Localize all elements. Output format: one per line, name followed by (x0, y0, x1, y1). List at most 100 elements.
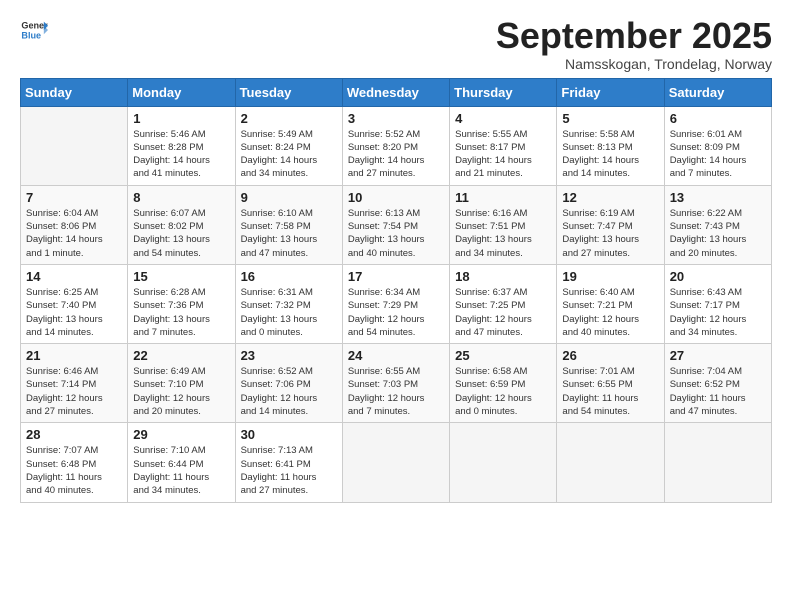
day-info: Sunrise: 5:46 AM Sunset: 8:28 PM Dayligh… (133, 128, 229, 181)
calendar-cell: 4 Sunrise: 5:55 AM Sunset: 8:17 PM Daylig… (450, 106, 557, 185)
weekday-header-monday: Monday (128, 78, 235, 106)
day-info: Sunrise: 6:55 AM Sunset: 7:03 PM Dayligh… (348, 365, 444, 418)
day-info: Sunrise: 6:40 AM Sunset: 7:21 PM Dayligh… (562, 286, 658, 339)
day-info: Sunrise: 6:31 AM Sunset: 7:32 PM Dayligh… (241, 286, 337, 339)
day-info: Sunrise: 6:43 AM Sunset: 7:17 PM Dayligh… (670, 286, 766, 339)
calendar-cell: 6 Sunrise: 6:01 AM Sunset: 8:09 PM Daylig… (664, 106, 771, 185)
calendar-cell: 13 Sunrise: 6:22 AM Sunset: 7:43 PM Dayli… (664, 185, 771, 264)
calendar-week-2: 7 Sunrise: 6:04 AM Sunset: 8:06 PM Daylig… (21, 185, 772, 264)
day-info: Sunrise: 5:58 AM Sunset: 8:13 PM Dayligh… (562, 128, 658, 181)
calendar-cell: 21 Sunrise: 6:46 AM Sunset: 7:14 PM Dayli… (21, 344, 128, 423)
day-info: Sunrise: 6:34 AM Sunset: 7:29 PM Dayligh… (348, 286, 444, 339)
day-number: 10 (348, 190, 444, 205)
day-info: Sunrise: 7:10 AM Sunset: 6:44 PM Dayligh… (133, 444, 229, 497)
day-info: Sunrise: 6:58 AM Sunset: 6:59 PM Dayligh… (455, 365, 551, 418)
day-number: 4 (455, 111, 551, 126)
day-number: 25 (455, 348, 551, 363)
weekday-header-sunday: Sunday (21, 78, 128, 106)
weekday-header-wednesday: Wednesday (342, 78, 449, 106)
day-info: Sunrise: 5:52 AM Sunset: 8:20 PM Dayligh… (348, 128, 444, 181)
calendar-cell: 19 Sunrise: 6:40 AM Sunset: 7:21 PM Dayli… (557, 264, 664, 343)
weekday-header-thursday: Thursday (450, 78, 557, 106)
calendar-cell: 12 Sunrise: 6:19 AM Sunset: 7:47 PM Dayli… (557, 185, 664, 264)
calendar-cell (664, 423, 771, 502)
day-number: 6 (670, 111, 766, 126)
day-number: 19 (562, 269, 658, 284)
calendar-week-5: 28 Sunrise: 7:07 AM Sunset: 6:48 PM Dayli… (21, 423, 772, 502)
day-number: 30 (241, 427, 337, 442)
day-number: 16 (241, 269, 337, 284)
day-number: 3 (348, 111, 444, 126)
day-number: 1 (133, 111, 229, 126)
calendar-week-4: 21 Sunrise: 6:46 AM Sunset: 7:14 PM Dayli… (21, 344, 772, 423)
day-number: 5 (562, 111, 658, 126)
calendar-cell: 16 Sunrise: 6:31 AM Sunset: 7:32 PM Dayli… (235, 264, 342, 343)
day-number: 29 (133, 427, 229, 442)
day-info: Sunrise: 6:25 AM Sunset: 7:40 PM Dayligh… (26, 286, 122, 339)
calendar-cell: 24 Sunrise: 6:55 AM Sunset: 7:03 PM Dayli… (342, 344, 449, 423)
calendar-cell: 25 Sunrise: 6:58 AM Sunset: 6:59 PM Dayli… (450, 344, 557, 423)
calendar-cell: 3 Sunrise: 5:52 AM Sunset: 8:20 PM Daylig… (342, 106, 449, 185)
day-number: 27 (670, 348, 766, 363)
calendar-cell: 20 Sunrise: 6:43 AM Sunset: 7:17 PM Dayli… (664, 264, 771, 343)
day-info: Sunrise: 6:13 AM Sunset: 7:54 PM Dayligh… (348, 207, 444, 260)
day-info: Sunrise: 6:37 AM Sunset: 7:25 PM Dayligh… (455, 286, 551, 339)
calendar-cell: 14 Sunrise: 6:25 AM Sunset: 7:40 PM Dayli… (21, 264, 128, 343)
calendar-table: SundayMondayTuesdayWednesdayThursdayFrid… (20, 78, 772, 503)
day-number: 20 (670, 269, 766, 284)
calendar-cell (557, 423, 664, 502)
day-number: 28 (26, 427, 122, 442)
weekday-header-tuesday: Tuesday (235, 78, 342, 106)
month-title: September 2025 (496, 16, 772, 56)
calendar-cell: 17 Sunrise: 6:34 AM Sunset: 7:29 PM Dayli… (342, 264, 449, 343)
day-info: Sunrise: 7:07 AM Sunset: 6:48 PM Dayligh… (26, 444, 122, 497)
day-info: Sunrise: 6:52 AM Sunset: 7:06 PM Dayligh… (241, 365, 337, 418)
day-info: Sunrise: 6:49 AM Sunset: 7:10 PM Dayligh… (133, 365, 229, 418)
weekday-header-saturday: Saturday (664, 78, 771, 106)
day-info: Sunrise: 6:01 AM Sunset: 8:09 PM Dayligh… (670, 128, 766, 181)
calendar-cell: 26Sunrise: 7:01 AM Sunset: 6:55 PM Dayli… (557, 344, 664, 423)
calendar-cell (342, 423, 449, 502)
day-info: Sunrise: 6:07 AM Sunset: 8:02 PM Dayligh… (133, 207, 229, 260)
day-number: 13 (670, 190, 766, 205)
calendar-cell: 30 Sunrise: 7:13 AM Sunset: 6:41 PM Dayli… (235, 423, 342, 502)
day-info: Sunrise: 5:55 AM Sunset: 8:17 PM Dayligh… (455, 128, 551, 181)
page-header: General Blue September 2025 Namsskogan, … (20, 16, 772, 72)
day-info: Sunrise: 5:49 AM Sunset: 8:24 PM Dayligh… (241, 128, 337, 181)
calendar-cell (450, 423, 557, 502)
day-number: 14 (26, 269, 122, 284)
day-number: 18 (455, 269, 551, 284)
day-number: 24 (348, 348, 444, 363)
calendar-cell: 29 Sunrise: 7:10 AM Sunset: 6:44 PM Dayli… (128, 423, 235, 502)
day-info: Sunrise: 6:46 AM Sunset: 7:14 PM Dayligh… (26, 365, 122, 418)
day-info: Sunrise: 7:13 AM Sunset: 6:41 PM Dayligh… (241, 444, 337, 497)
day-number: 26 (562, 348, 658, 363)
day-info: Sunrise: 6:22 AM Sunset: 7:43 PM Dayligh… (670, 207, 766, 260)
weekday-header-friday: Friday (557, 78, 664, 106)
day-number: 17 (348, 269, 444, 284)
calendar-cell: 27 Sunrise: 7:04 AM Sunset: 6:52 PM Dayli… (664, 344, 771, 423)
day-info: Sunrise: 6:19 AM Sunset: 7:47 PM Dayligh… (562, 207, 658, 260)
day-number: 7 (26, 190, 122, 205)
calendar-cell (21, 106, 128, 185)
calendar-cell: 18 Sunrise: 6:37 AM Sunset: 7:25 PM Dayli… (450, 264, 557, 343)
day-number: 9 (241, 190, 337, 205)
location-subtitle: Namsskogan, Trondelag, Norway (496, 56, 772, 72)
calendar-cell: 9 Sunrise: 6:10 AM Sunset: 7:58 PM Daylig… (235, 185, 342, 264)
calendar-cell: 5 Sunrise: 5:58 AM Sunset: 8:13 PM Daylig… (557, 106, 664, 185)
calendar-cell: 7 Sunrise: 6:04 AM Sunset: 8:06 PM Daylig… (21, 185, 128, 264)
day-number: 12 (562, 190, 658, 205)
day-info: Sunrise: 6:10 AM Sunset: 7:58 PM Dayligh… (241, 207, 337, 260)
calendar-cell: 8 Sunrise: 6:07 AM Sunset: 8:02 PM Daylig… (128, 185, 235, 264)
calendar-cell: 10 Sunrise: 6:13 AM Sunset: 7:54 PM Dayli… (342, 185, 449, 264)
day-info: Sunrise: 7:04 AM Sunset: 6:52 PM Dayligh… (670, 365, 766, 418)
day-number: 22 (133, 348, 229, 363)
calendar-cell: 23Sunrise: 6:52 AM Sunset: 7:06 PM Dayli… (235, 344, 342, 423)
day-info: Sunrise: 6:04 AM Sunset: 8:06 PM Dayligh… (26, 207, 122, 260)
title-block: September 2025 Namsskogan, Trondelag, No… (496, 16, 772, 72)
day-number: 21 (26, 348, 122, 363)
calendar-cell: 28 Sunrise: 7:07 AM Sunset: 6:48 PM Dayli… (21, 423, 128, 502)
day-number: 8 (133, 190, 229, 205)
calendar-cell: 11Sunrise: 6:16 AM Sunset: 7:51 PM Dayli… (450, 185, 557, 264)
calendar-cell: 22 Sunrise: 6:49 AM Sunset: 7:10 PM Dayli… (128, 344, 235, 423)
